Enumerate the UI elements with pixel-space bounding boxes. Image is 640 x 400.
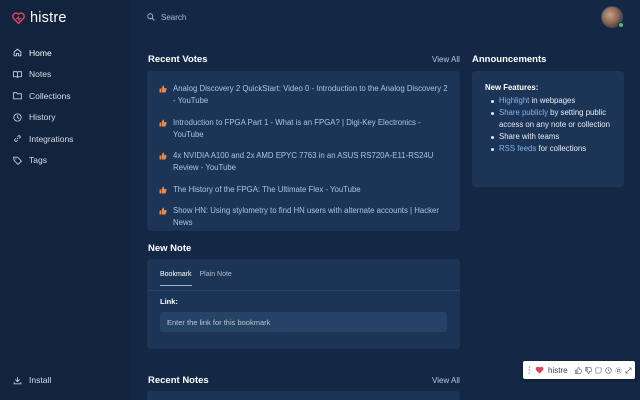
thumbs-down-icon[interactable] <box>584 366 592 374</box>
sidebar-item-label: Integrations <box>29 133 74 144</box>
gear-icon[interactable] <box>614 366 622 374</box>
home-icon <box>13 48 22 57</box>
drag-handle-icon[interactable] <box>528 366 531 374</box>
search-bar[interactable]: Search <box>147 9 186 25</box>
book-icon <box>13 71 22 78</box>
recent-notes-view-all-link[interactable]: View All <box>432 376 460 385</box>
sidebar-item-tags[interactable]: Tags <box>0 150 130 172</box>
folder-icon <box>13 92 22 100</box>
thumbs-up-icon[interactable] <box>574 366 582 374</box>
new-note-title: New Note <box>148 243 192 254</box>
sidebar-item-history[interactable]: History <box>0 107 130 129</box>
sidebar-item-home[interactable]: Home <box>0 42 130 64</box>
clock-icon[interactable] <box>604 366 612 374</box>
feature-text: in webpages <box>529 96 576 105</box>
thumbs-up-icon <box>159 119 167 126</box>
note-type-tabs: Bookmark Plain Note <box>160 271 232 286</box>
brand-name: histre <box>30 10 67 26</box>
sidebar-item-label: Tags <box>29 155 47 166</box>
extension-actions <box>574 366 632 374</box>
sidebar-nav: Home Notes Collections History Integrati… <box>0 42 130 171</box>
extension-label: histre <box>548 365 568 375</box>
announcements-list: Highlight in webpages Share publicly by … <box>485 95 612 155</box>
recent-notes-title: Recent Notes <box>148 375 209 386</box>
vote-link[interactable]: Analog Discovery 2 QuickStart: Video 0 -… <box>173 83 448 107</box>
vote-link[interactable]: The History of the FPGA: The Ultimate Fl… <box>173 184 448 196</box>
vote-link[interactable]: Introduction to FPGA Part 1 - What is an… <box>173 117 448 141</box>
online-status-indicator <box>618 22 624 28</box>
list-item[interactable]: Show HN: Using stylometry to find HN use… <box>159 205 448 229</box>
feature-link[interactable]: Share publicly <box>499 108 548 117</box>
tag-icon <box>13 156 22 165</box>
search-icon <box>147 13 155 21</box>
announcements-title: Announcements <box>472 54 547 65</box>
extension-widget[interactable]: histre <box>523 361 635 379</box>
sidebar-item-collections[interactable]: Collections <box>0 85 130 107</box>
search-input[interactable]: Search <box>161 13 186 22</box>
sidebar-item-label: Collections <box>29 90 71 101</box>
recent-votes-card: Analog Discovery 2 QuickStart: Video 0 -… <box>147 71 460 231</box>
install-label: Install <box>29 375 52 385</box>
list-item: Share publicly by setting public access … <box>491 107 612 131</box>
heart-logo-icon <box>535 366 544 374</box>
tab-divider <box>147 290 460 291</box>
sidebar-item-label: Notes <box>29 69 52 80</box>
feature-link[interactable]: RSS feeds <box>499 144 536 153</box>
sidebar-item-notes[interactable]: Notes <box>0 64 130 86</box>
feature-link[interactable]: Highlight <box>499 96 529 105</box>
install-button[interactable]: Install <box>13 375 51 385</box>
thumbs-up-icon <box>159 207 167 215</box>
announcements-heading: New Features: <box>485 83 539 92</box>
list-item: RSS feeds for collections <box>491 143 612 155</box>
feature-text: Share with teams <box>499 132 560 141</box>
list-item[interactable]: Introduction to FPGA Part 1 - What is an… <box>159 117 448 141</box>
vote-link[interactable]: Show HN: Using stylometry to find HN use… <box>173 205 448 229</box>
note-icon[interactable] <box>595 367 602 374</box>
list-item: Share with teams <box>491 131 612 143</box>
list-item: Highlight in webpages <box>491 95 612 107</box>
thumbs-up-icon <box>159 152 167 160</box>
list-item[interactable]: The History of the FPGA: The Ultimate Fl… <box>159 184 448 196</box>
clock-icon <box>13 113 22 122</box>
vote-link[interactable]: 4x NVIDIA A100 and 2x AMD EPYC 7763 in a… <box>173 150 448 174</box>
link-label: Link: <box>160 297 178 306</box>
expand-icon[interactable] <box>625 367 632 374</box>
tab-plain-note[interactable]: Plain Note <box>200 271 232 286</box>
bookmark-link-input[interactable] <box>160 312 447 332</box>
feature-text: for collections <box>536 144 587 153</box>
download-icon <box>13 376 22 384</box>
sidebar-item-label: History <box>29 112 56 123</box>
list-item[interactable]: 4x NVIDIA A100 and 2x AMD EPYC 7763 in a… <box>159 150 448 174</box>
recent-votes-view-all-link[interactable]: View All <box>432 55 460 64</box>
sidebar: histre Home Notes Collections History In… <box>0 0 130 400</box>
sidebar-item-integrations[interactable]: Integrations <box>0 128 130 150</box>
sidebar-item-label: Home <box>29 47 52 58</box>
link-icon <box>14 135 21 142</box>
thumbs-up-icon <box>159 186 167 193</box>
announcements-card: New Features: Highlight in webpages Shar… <box>472 71 624 187</box>
heart-logo-icon <box>12 12 25 24</box>
new-note-card: Bookmark Plain Note Link: <box>147 259 460 349</box>
recent-votes-title: Recent Votes <box>148 54 208 65</box>
list-item[interactable]: Analog Discovery 2 QuickStart: Video 0 -… <box>159 83 448 107</box>
brand-logo[interactable]: histre <box>12 8 67 28</box>
tab-bookmark[interactable]: Bookmark <box>160 271 192 286</box>
thumbs-up-icon <box>159 85 167 93</box>
recent-notes-card <box>147 391 460 400</box>
